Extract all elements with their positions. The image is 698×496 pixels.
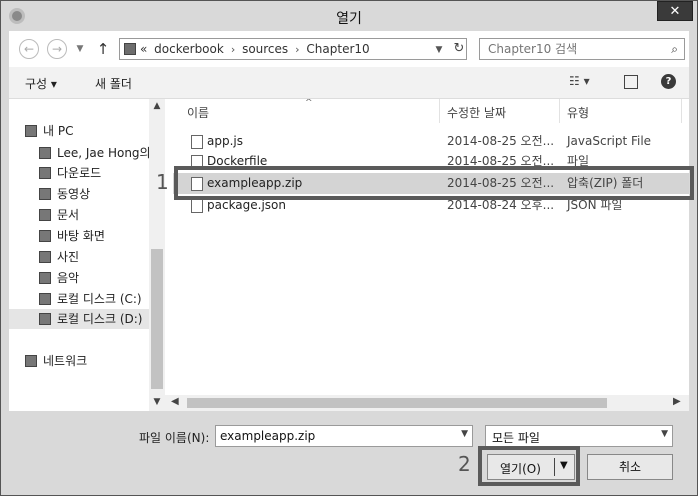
music-icon [39, 272, 51, 284]
scrollbar-thumb[interactable] [151, 249, 163, 389]
sidebar-item-drive-d[interactable]: 로컬 디스크 (D:) [9, 309, 149, 329]
scroll-right-arrow-icon[interactable]: ▶ [673, 396, 681, 407]
column-header-name[interactable]: 이름 [187, 103, 209, 123]
dialog-title: 열기 [336, 11, 362, 27]
search-box[interactable]: ⌕ [479, 38, 685, 60]
sidebar-item-documents[interactable]: 문서 [39, 205, 79, 225]
recent-locations-dropdown[interactable]: ▼ [73, 41, 87, 57]
annotation-highlight-box [478, 446, 580, 486]
file-type-filter-value: 모든 파일 [492, 431, 540, 445]
address-bar[interactable]: « dockerbook › sources › Chapter10 ▼ ↻ [119, 38, 467, 60]
chevron-right-icon: › [295, 43, 300, 56]
sidebar-item-label: 바탕 화면 [57, 229, 105, 243]
title-bar: 열기 ✕ [1, 1, 697, 31]
drive-c-icon [39, 293, 51, 305]
column-header-type[interactable]: 유형 [567, 103, 589, 123]
close-button[interactable]: ✕ [657, 1, 693, 21]
sidebar-item-label: Lee, Jae Hong의 [57, 146, 149, 160]
sidebar-item-label: 문서 [57, 208, 80, 222]
scroll-down-arrow-icon[interactable]: ▼ [149, 397, 165, 407]
sidebar-item-label: 사진 [57, 250, 80, 264]
column-divider[interactable] [559, 99, 560, 123]
back-button[interactable]: ← [19, 39, 39, 59]
file-type: JavaScript File [567, 134, 652, 148]
cancel-button[interactable]: 취소 [587, 454, 673, 480]
search-input[interactable] [488, 42, 658, 56]
videos-icon [39, 188, 51, 200]
breadcrumb-sources[interactable]: sources [242, 42, 288, 56]
help-icon[interactable]: ? [661, 74, 676, 89]
file-row-app-js[interactable]: app.js 2014-08-25 오전... JavaScript File [173, 131, 689, 152]
sidebar-item-network[interactable]: 네트워크 [25, 351, 87, 371]
sidebar-item-user[interactable]: Lee, Jae Hong의 [39, 143, 149, 163]
json-file-icon [191, 199, 203, 213]
sidebar-item-videos[interactable]: 동영상 [39, 184, 90, 204]
navigation-bar: ← → ▼ ↑ « dockerbook › sources › Chapter10… [9, 31, 689, 67]
folder-icon [124, 43, 136, 55]
organize-button[interactable]: 구성 ▾ [25, 75, 57, 92]
filename-label: 파일 이름(N): [139, 431, 210, 445]
up-folder-button[interactable]: ↑ [95, 40, 111, 58]
refresh-button[interactable]: ↻ [452, 41, 466, 57]
filename-value: exampleapp.zip [220, 429, 316, 443]
column-divider[interactable] [681, 99, 682, 123]
chevron-down-icon[interactable]: ▼ [661, 429, 668, 439]
breadcrumb-dockerbook[interactable]: dockerbook [154, 42, 224, 56]
js-file-icon [191, 135, 203, 149]
file-name: app.js [207, 134, 243, 148]
chevron-right-icon: › [230, 43, 236, 56]
preview-pane-icon[interactable] [624, 75, 638, 89]
sidebar-item-label: 네트워크 [43, 354, 88, 368]
search-icon[interactable]: ⌕ [671, 42, 678, 57]
desktop-icon [39, 230, 51, 242]
forward-button[interactable]: → [47, 39, 67, 59]
horizontal-scrollbar[interactable]: ◀ ▶ [165, 395, 689, 411]
sidebar-item-label: 음악 [57, 271, 80, 285]
sidebar-item-drive-c[interactable]: 로컬 디스크 (C:) [39, 289, 142, 309]
file-list: 이름 ^ 수정한 날짜 유형 app.js 2014-08-25 오전... J… [165, 99, 689, 411]
drive-d-icon [39, 313, 51, 325]
sidebar-item-this-pc[interactable]: 내 PC [25, 121, 73, 141]
navigation-pane-scrollbar[interactable]: ▲ ▼ [149, 99, 165, 411]
sort-indicator-icon: ^ [305, 99, 313, 108]
documents-icon [39, 209, 51, 221]
column-header-date[interactable]: 수정한 날짜 [447, 103, 506, 123]
breadcrumb-chapter10[interactable]: Chapter10 [306, 42, 369, 56]
scrollbar-thumb[interactable] [187, 398, 607, 408]
address-dropdown[interactable]: ▼ [432, 42, 446, 58]
network-icon [25, 355, 37, 367]
new-folder-button[interactable]: 새 폴더 [95, 75, 132, 92]
annotation-highlight-box [174, 166, 694, 200]
sidebar-item-desktop[interactable]: 바탕 화면 [39, 226, 105, 246]
file-type-filter-select[interactable]: 모든 파일 ▼ [485, 425, 673, 447]
filename-input[interactable]: exampleapp.zip ▼ [215, 425, 473, 447]
open-file-dialog: 열기 ✕ ← → ▼ ↑ « dockerbook › sources › Chap… [0, 0, 698, 496]
sidebar-item-label: 로컬 디스크 (D:) [57, 312, 143, 326]
column-divider[interactable] [439, 99, 440, 123]
pictures-icon [39, 251, 51, 263]
scroll-left-arrow-icon[interactable]: ◀ [171, 396, 179, 407]
sidebar-item-label: 다운로드 [57, 166, 102, 180]
computer-icon [25, 125, 37, 137]
sidebar-item-pictures[interactable]: 사진 [39, 247, 79, 267]
navigation-pane: 내 PC Lee, Jae Hong의 다운로드 동영상 문서 바탕 화면 사진… [9, 99, 149, 411]
sidebar-item-label: 로컬 디스크 (C:) [57, 292, 142, 306]
file-date: 2014-08-25 오전... [447, 134, 555, 148]
sidebar-item-downloads[interactable]: 다운로드 [39, 163, 101, 183]
downloads-icon [39, 167, 51, 179]
annotation-step-1: 1 [156, 170, 169, 194]
sidebar-item-label: 동영상 [57, 187, 91, 201]
command-toolbar: 구성 ▾ 새 폴더 ☷ ▾ ? [9, 67, 689, 99]
breadcrumb: « dockerbook › sources › Chapter10 [140, 42, 373, 56]
scroll-up-arrow-icon[interactable]: ▲ [149, 101, 165, 111]
user-folder-icon [39, 147, 51, 159]
change-view-button[interactable]: ☷ ▾ [569, 74, 590, 88]
sidebar-item-music[interactable]: 음악 [39, 268, 79, 288]
breadcrumb-overflow[interactable]: « [140, 42, 147, 56]
chevron-down-icon[interactable]: ▼ [461, 429, 468, 439]
annotation-step-2: 2 [458, 452, 471, 476]
sidebar-item-label: 내 PC [43, 124, 74, 138]
